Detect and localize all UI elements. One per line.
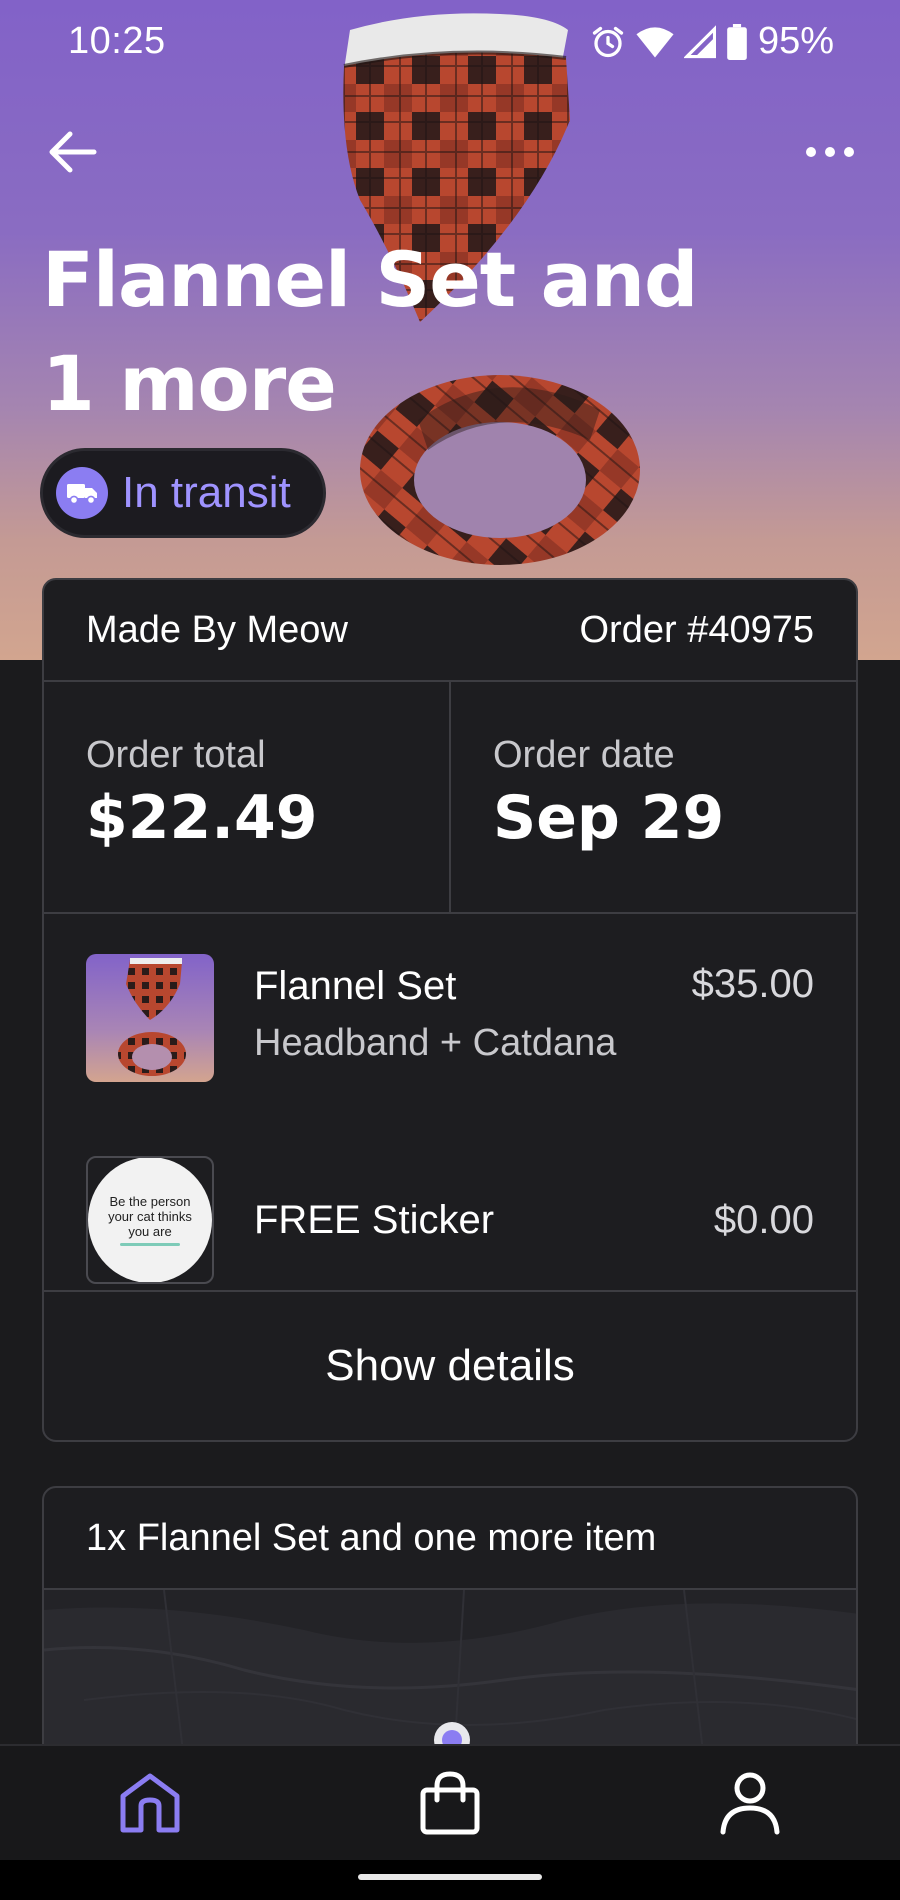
battery-icon bbox=[727, 23, 747, 60]
item-name: FREE Sticker bbox=[254, 1198, 495, 1242]
nav-profile[interactable] bbox=[600, 1746, 900, 1860]
home-gesture-handle[interactable] bbox=[358, 1874, 542, 1880]
status-time: 10:25 bbox=[68, 20, 166, 62]
order-summary-card: Made By Meow Order #40975 Order total $2… bbox=[42, 578, 858, 1442]
bottom-navigation bbox=[0, 1744, 900, 1860]
top-app-bar bbox=[0, 110, 900, 190]
shop-name: Made By Meow bbox=[86, 608, 348, 651]
list-item[interactable]: Be the person your cat thinks you are FR… bbox=[44, 1156, 856, 1290]
gesture-navigation-bar bbox=[0, 1860, 900, 1900]
list-item[interactable]: Flannel Set Headband + Catdana $35.00 bbox=[44, 954, 856, 1156]
truck-icon bbox=[56, 467, 108, 519]
home-icon bbox=[120, 1773, 180, 1833]
person-icon bbox=[720, 1772, 780, 1835]
order-date-label: Order date bbox=[493, 734, 675, 776]
order-status-badge: In transit bbox=[40, 448, 326, 538]
order-total: Order total $22.49 bbox=[44, 682, 449, 912]
sticker-image: Be the person your cat thinks you are bbox=[88, 1158, 212, 1282]
item-thumbnail: Be the person your cat thinks you are bbox=[86, 1156, 214, 1284]
more-horizontal-icon bbox=[806, 147, 854, 157]
back-arrow-icon bbox=[49, 131, 97, 173]
order-items-list: Flannel Set Headband + Catdana $35.00 Be… bbox=[44, 914, 856, 1292]
status-bar: 10:25 95% bbox=[0, 0, 900, 84]
wifi-icon bbox=[636, 26, 674, 57]
sticker-text: Be the person your cat thinks you are bbox=[108, 1194, 192, 1239]
order-stats: Order total $22.49 Order date Sep 29 bbox=[44, 682, 856, 914]
alarm-icon bbox=[592, 26, 624, 57]
item-name: Flannel Set bbox=[254, 964, 457, 1008]
order-card-header: Made By Meow Order #40975 bbox=[44, 580, 856, 682]
more-options-button[interactable] bbox=[790, 122, 870, 182]
tracking-title: 1x Flannel Set and one more item bbox=[44, 1488, 856, 1590]
battery-percent: 95% bbox=[757, 20, 834, 62]
item-price: $0.00 bbox=[713, 1198, 814, 1242]
order-total-label: Order total bbox=[86, 734, 266, 776]
back-button[interactable] bbox=[38, 122, 106, 182]
item-thumbnail bbox=[86, 954, 214, 1082]
signal-icon bbox=[683, 24, 716, 58]
order-status-label: In transit bbox=[122, 468, 291, 517]
order-total-value: $22.49 bbox=[86, 783, 318, 853]
order-date-value: Sep 29 bbox=[493, 783, 725, 853]
item-variant: Headband + Catdana bbox=[254, 1022, 617, 1064]
status-icons: 95% bbox=[590, 20, 834, 63]
item-price: $35.00 bbox=[691, 962, 814, 1006]
page-title: Flannel Set and 1 more bbox=[42, 235, 698, 428]
order-number: Order #40975 bbox=[579, 608, 815, 651]
nav-purchases[interactable] bbox=[300, 1746, 600, 1860]
show-details-button[interactable]: Show details bbox=[44, 1292, 856, 1440]
order-date: Order date Sep 29 bbox=[449, 682, 856, 912]
nav-home[interactable] bbox=[0, 1746, 300, 1860]
bag-icon bbox=[420, 1771, 480, 1835]
